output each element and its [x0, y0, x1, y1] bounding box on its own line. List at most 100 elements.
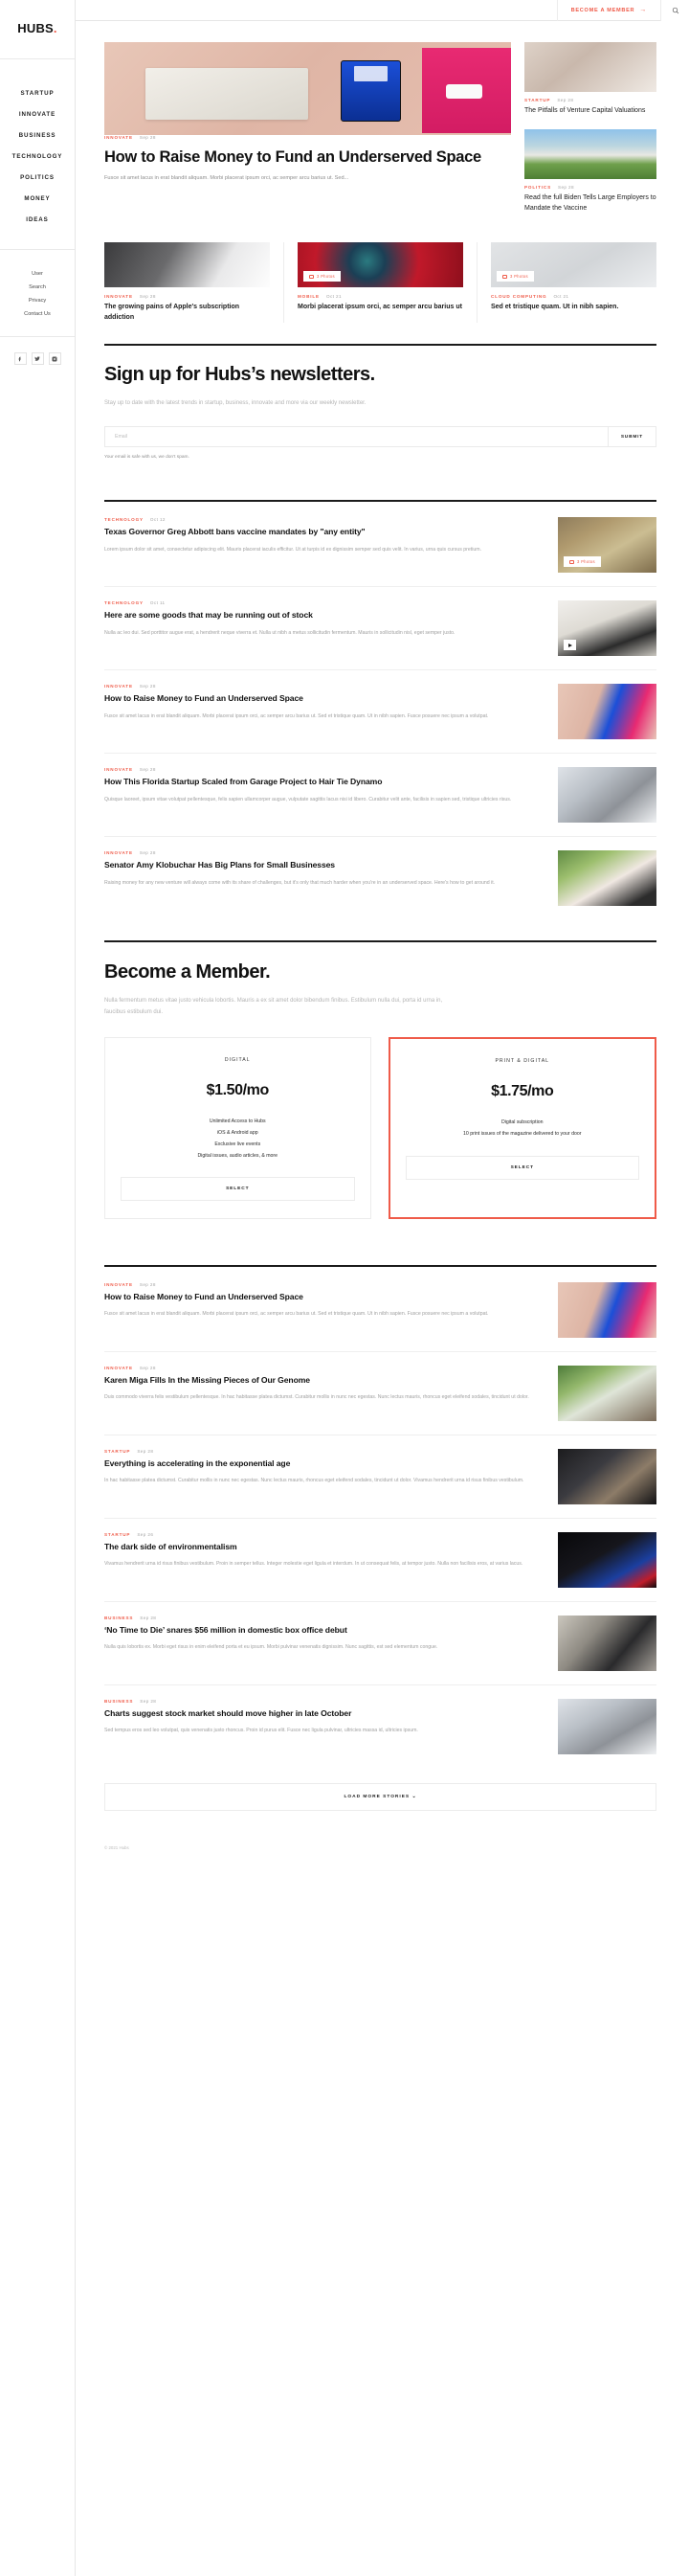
- story-text-5: INNOVATE Sep 28 Senator Amy Klobuchar Ha…: [104, 850, 543, 906]
- newsletter-form: SUBMIT: [104, 426, 656, 448]
- story-excerpt-b3: In hac habitasse platea dictumst. Curabi…: [104, 1478, 524, 1484]
- plan-price-digital: $1.50/mo: [206, 1082, 270, 1099]
- list-item[interactable]: BUSINESS Sep 28 ‘No Time to Die’ snares …: [104, 1602, 656, 1686]
- instagram-icon[interactable]: [48, 352, 61, 365]
- play-icon[interactable]: [564, 640, 576, 651]
- trio-category-2[interactable]: MOBILE: [298, 294, 320, 299]
- story-date-b5: Sep 28: [140, 1616, 157, 1621]
- list-item[interactable]: STARTUP Sep 28 Everything is acceleratin…: [104, 1435, 656, 1520]
- plan-card-print-and-digital[interactable]: PRINT & DIGITAL $1.75/mo Digital subscri…: [388, 1037, 656, 1220]
- story-date-b6: Sep 28: [140, 1699, 157, 1705]
- list-item[interactable]: TECHNOLOGY Oct 11 Here are some goods th…: [104, 587, 656, 671]
- story-title-b1[interactable]: How to Raise Money to Fund an Underserve…: [104, 1291, 543, 1302]
- topbar: BECOME A MEMBER →: [76, 0, 689, 21]
- list-item[interactable]: INNOVATE Sep 28 How This Florida Startup…: [104, 754, 656, 838]
- sidebar-item-technology[interactable]: TECHNOLOGY: [0, 146, 75, 167]
- story-image-2: [558, 600, 656, 657]
- story-kicker-b4: STARTUP Sep 26: [104, 1532, 543, 1537]
- trio-category-1[interactable]: INNOVATE: [104, 294, 133, 299]
- story-category-b6[interactable]: BUSINESS: [104, 1699, 133, 1704]
- story-date-b1: Sep 28: [139, 1282, 156, 1288]
- story-title-2[interactable]: Here are some goods that may be running …: [104, 609, 543, 621]
- hero-side-kicker-2: POLITICS Sep 28: [524, 185, 656, 190]
- hero-side-category-2[interactable]: POLITICS: [524, 185, 551, 190]
- story-category-3[interactable]: INNOVATE: [104, 684, 133, 689]
- story-media-3: [558, 684, 656, 740]
- plan-card-digital[interactable]: DIGITAL $1.50/mo Unlimited Access to Hub…: [104, 1037, 371, 1220]
- trio-title-2[interactable]: Morbi placerat ipsum orci, ac semper arc…: [298, 303, 463, 313]
- primary-nav: STARTUP INNOVATE BUSINESS TECHNOLOGY POL…: [0, 59, 75, 250]
- story-title-5[interactable]: Senator Amy Klobuchar Has Big Plans for …: [104, 859, 543, 870]
- hero-side-title-2[interactable]: Read the full Biden Tells Large Employer…: [524, 193, 656, 214]
- story-title-b4[interactable]: The dark side of environmentalism: [104, 1541, 543, 1552]
- sidebar-link-search[interactable]: Search: [0, 281, 75, 294]
- trio-card-1[interactable]: INNOVATE Sep 28 The growing pains of App…: [104, 242, 283, 323]
- story-category-2[interactable]: TECHNOLOGY: [104, 600, 144, 605]
- story-title-4[interactable]: How This Florida Startup Scaled from Gar…: [104, 776, 543, 787]
- trio-category-3[interactable]: CLOUD COMPUTING: [491, 294, 546, 299]
- sidebar-link-contact-us[interactable]: Contact Us: [0, 307, 75, 321]
- list-item[interactable]: BUSINESS Sep 28 Charts suggest stock mar…: [104, 1685, 656, 1768]
- trio-card-2[interactable]: 3 Photos MOBILE Oct 21 Morbi placerat ip…: [283, 242, 477, 324]
- sidebar-item-innovate[interactable]: INNOVATE: [0, 103, 75, 124]
- trio-title-3[interactable]: Sed et tristique quam. Ut in nibh sapien…: [491, 303, 656, 313]
- sidebar: HUBS. STARTUP INNOVATE BUSINESS TECHNOLO…: [0, 0, 76, 2576]
- story-category-b5[interactable]: BUSINESS: [104, 1616, 133, 1620]
- story-category-4[interactable]: INNOVATE: [104, 767, 133, 772]
- hero-side-article-2[interactable]: POLITICS Sep 28 Read the full Biden Tell…: [524, 129, 656, 214]
- sidebar-item-startup[interactable]: STARTUP: [0, 82, 75, 103]
- story-title-b2[interactable]: Karen Miga Fills In the Missing Pieces o…: [104, 1374, 543, 1386]
- sidebar-link-user[interactable]: User: [0, 267, 75, 281]
- story-kicker-3: INNOVATE Sep 28: [104, 684, 543, 689]
- story-category-b2[interactable]: INNOVATE: [104, 1366, 133, 1370]
- hero-side-article-1[interactable]: STARTUP Sep 28 The Pitfalls of Venture C…: [524, 42, 656, 116]
- story-title-b5[interactable]: ‘No Time to Die’ snares $56 million in d…: [104, 1624, 543, 1636]
- story-excerpt-2: Nulla ac leo dui. Sed porttitor augue er…: [104, 629, 456, 636]
- newsletter-submit-button[interactable]: SUBMIT: [607, 427, 656, 447]
- select-plan-print-and-digital-button[interactable]: SELECT: [405, 1155, 639, 1180]
- list-item[interactable]: INNOVATE Sep 28 How to Raise Money to Fu…: [104, 670, 656, 755]
- select-plan-digital-button[interactable]: SELECT: [121, 1177, 355, 1202]
- story-title-b3[interactable]: Everything is accelerating in the expone…: [104, 1457, 543, 1469]
- become-a-member-button[interactable]: BECOME A MEMBER →: [556, 0, 660, 21]
- twitter-icon[interactable]: [31, 352, 44, 365]
- story-image-b1: [558, 1282, 656, 1339]
- list-item[interactable]: STARTUP Sep 26 The dark side of environm…: [104, 1519, 656, 1603]
- list-item[interactable]: TECHNOLOGY Oct 12 Texas Governor Greg Ab…: [104, 504, 656, 588]
- hero-side-title-1[interactable]: The Pitfalls of Venture Capital Valuatio…: [524, 106, 656, 116]
- story-kicker-b2: INNOVATE Sep 28: [104, 1366, 543, 1370]
- sidebar-item-business[interactable]: BUSINESS: [0, 124, 75, 146]
- newsletter-email-input[interactable]: [105, 427, 608, 447]
- story-kicker-b3: STARTUP Sep 28: [104, 1449, 543, 1454]
- member-title: Become a Member.: [104, 961, 271, 983]
- hero-title[interactable]: How to Raise Money to Fund an Underserve…: [104, 147, 511, 167]
- brand-logo[interactable]: HUBS.: [0, 21, 75, 59]
- story-category-b1[interactable]: INNOVATE: [104, 1282, 133, 1287]
- sidebar-item-money[interactable]: MONEY: [0, 188, 75, 209]
- trio-card-3[interactable]: 3 Photos CLOUD COMPUTING Oct 21 Sed et t…: [477, 242, 656, 324]
- story-category-b3[interactable]: STARTUP: [104, 1449, 130, 1454]
- facebook-icon[interactable]: [13, 352, 27, 365]
- list-item[interactable]: INNOVATE Sep 28 Karen Miga Fills In the …: [104, 1352, 656, 1436]
- plans-list: DIGITAL $1.50/mo Unlimited Access to Hub…: [104, 1037, 656, 1220]
- sidebar-item-ideas[interactable]: IDEAS: [0, 209, 75, 230]
- story-title-b6[interactable]: Charts suggest stock market should move …: [104, 1707, 543, 1719]
- list-item[interactable]: INNOVATE Sep 28 Senator Amy Klobuchar Ha…: [104, 837, 656, 919]
- hero-category[interactable]: INNOVATE: [104, 135, 133, 140]
- list-item[interactable]: INNOVATE Sep 28 How to Raise Money to Fu…: [104, 1269, 656, 1353]
- story-category-b4[interactable]: STARTUP: [104, 1532, 130, 1537]
- trio-title-1[interactable]: The growing pains of Apple's subscriptio…: [104, 303, 270, 323]
- story-title-1[interactable]: Texas Governor Greg Abbott bans vaccine …: [104, 526, 543, 537]
- story-category-5[interactable]: INNOVATE: [104, 850, 133, 855]
- sidebar-link-privacy[interactable]: Privacy: [0, 294, 75, 307]
- sidebar-item-politics[interactable]: POLITICS: [0, 167, 75, 188]
- story-title-3[interactable]: How to Raise Money to Fund an Underserve…: [104, 692, 543, 704]
- story-image-b4: [558, 1532, 656, 1589]
- hero-side-date-2: Sep 28: [557, 185, 574, 191]
- hero-side-category-1[interactable]: STARTUP: [524, 98, 550, 102]
- load-more-stories-button[interactable]: LOAD MORE STORIES ⌄: [104, 1783, 656, 1812]
- story-category-1[interactable]: TECHNOLOGY: [104, 517, 144, 522]
- search-button[interactable]: [660, 0, 689, 21]
- search-icon: [672, 7, 678, 13]
- hero-featured-article[interactable]: INNOVATE Sep 28 How to Raise Money to Fu…: [104, 42, 511, 227]
